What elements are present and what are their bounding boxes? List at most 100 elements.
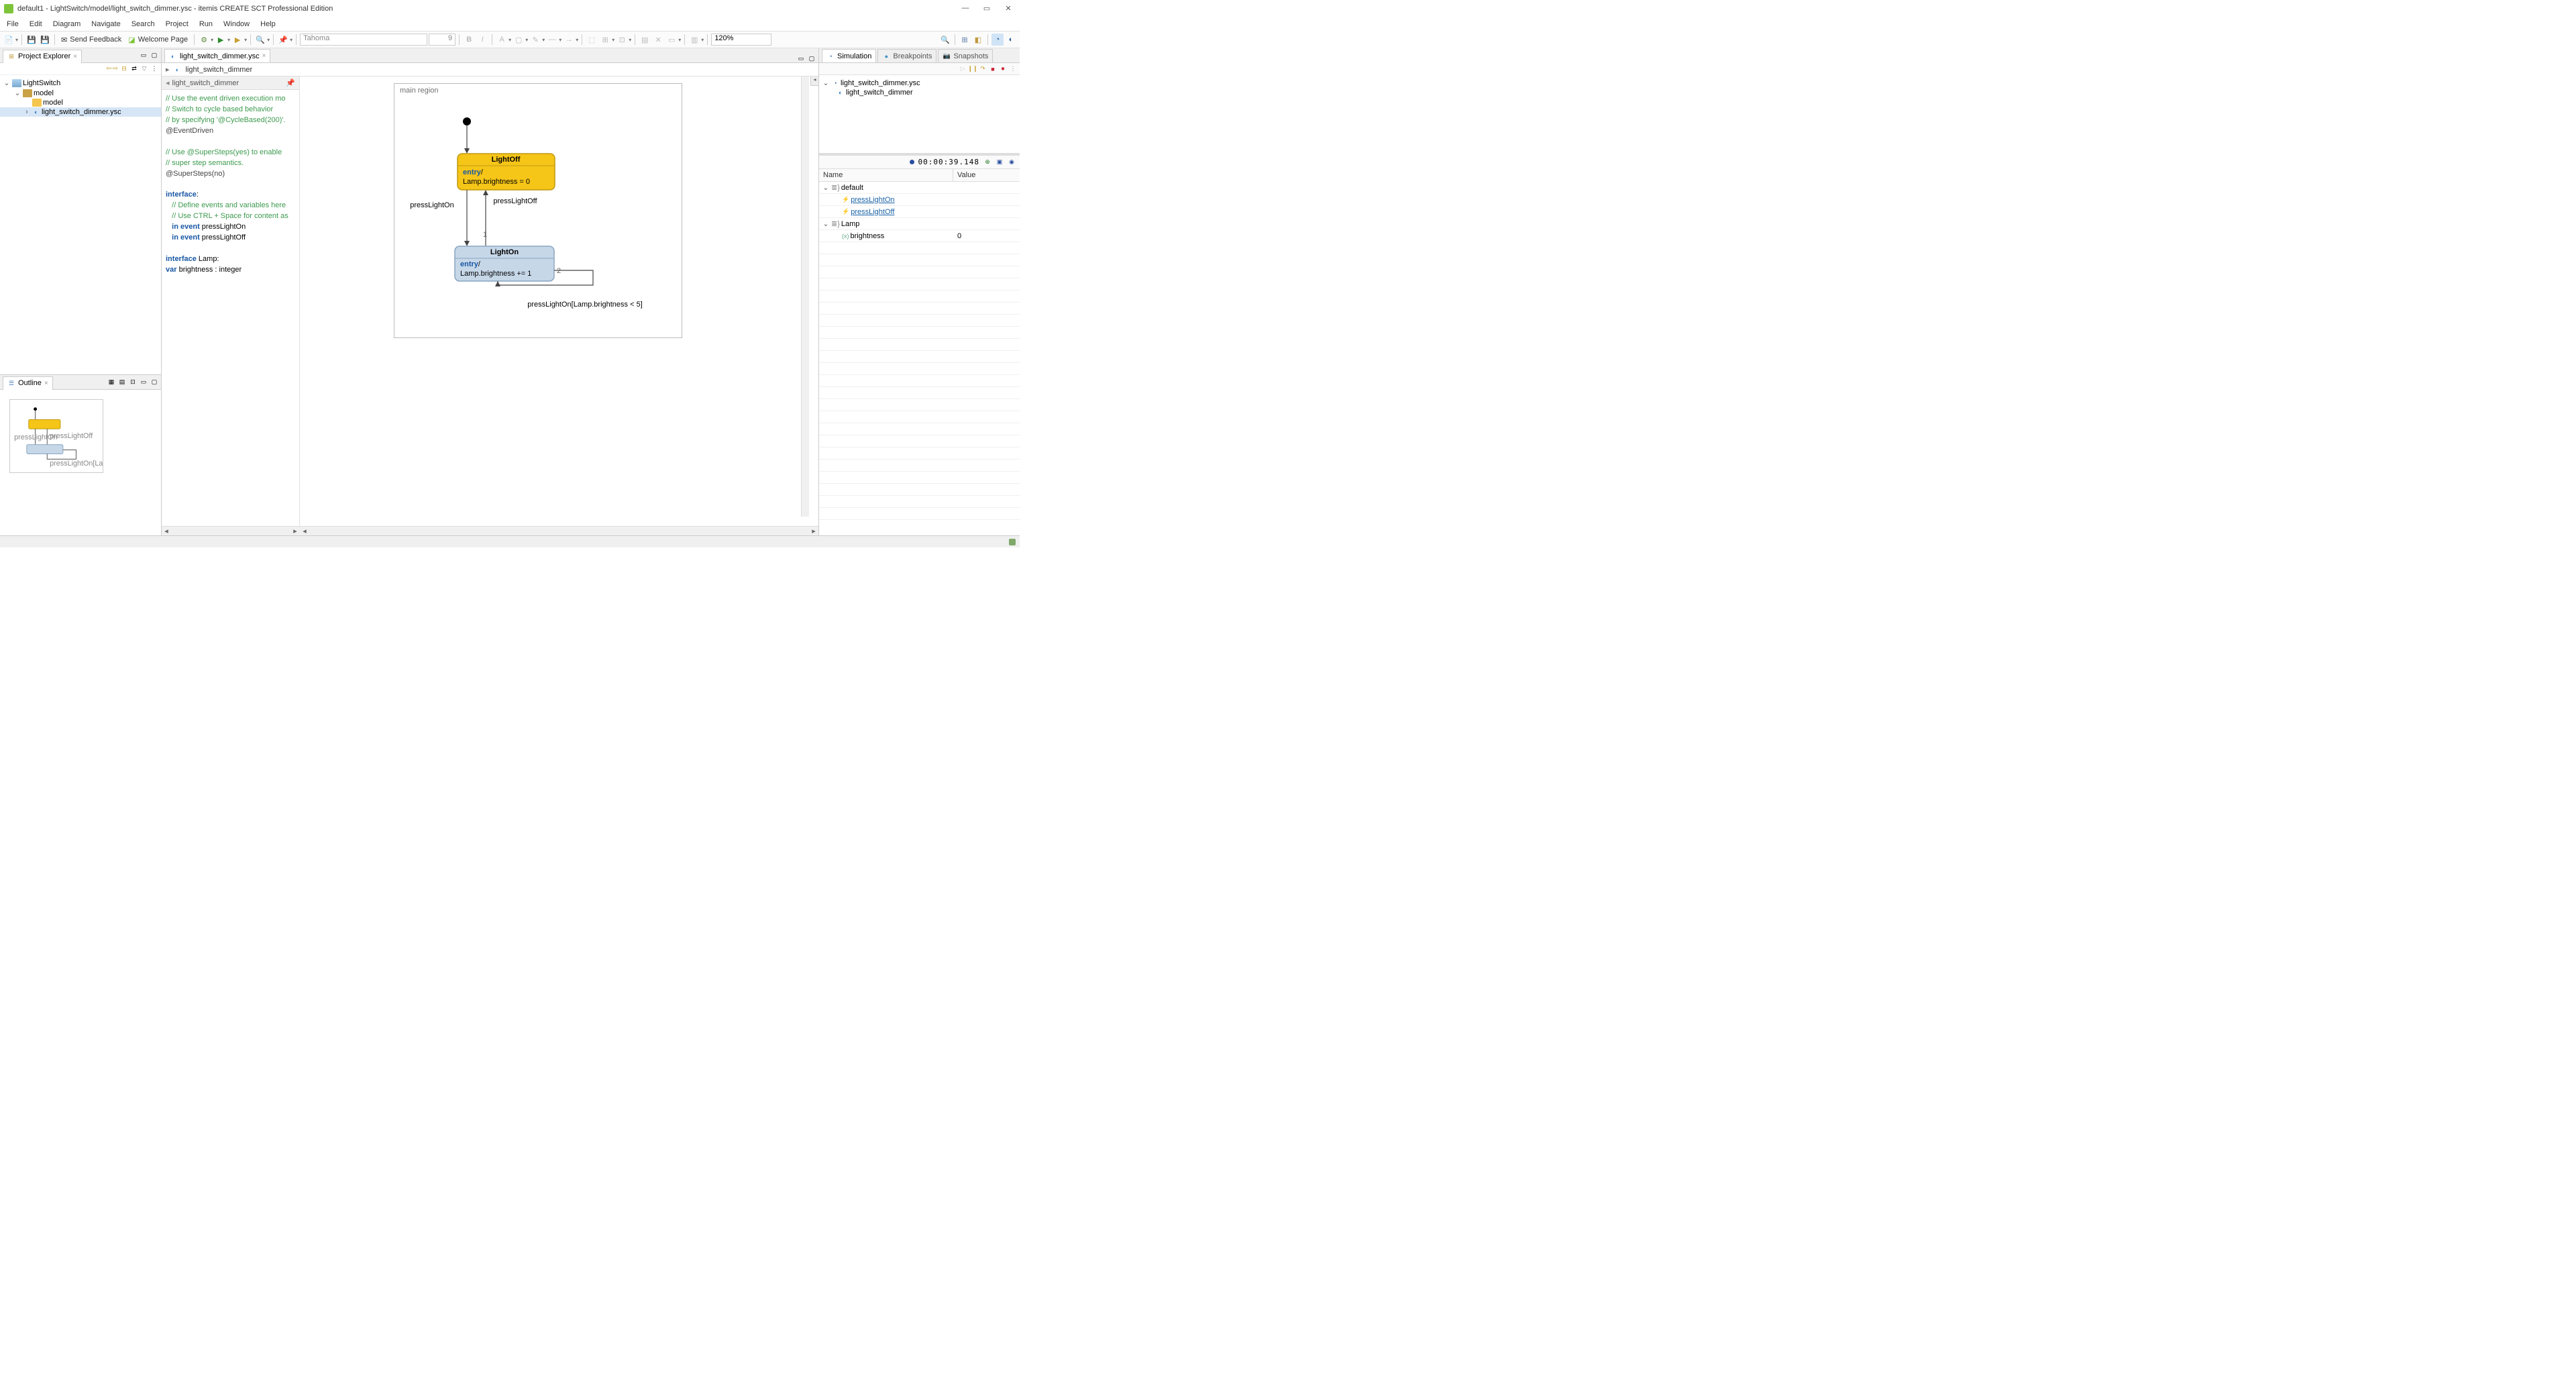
menu-search[interactable]: Search <box>127 19 159 30</box>
outline-mode1-icon[interactable]: ▦ <box>107 378 115 386</box>
maximize-view-icon[interactable]: ▢ <box>150 52 158 60</box>
font-color-icon[interactable]: A <box>496 34 508 46</box>
diagram-canvas[interactable]: main region LightOff entry/ Lamp.bright <box>300 76 818 526</box>
font-size-select[interactable]: 9 <box>429 34 455 46</box>
tree-model-pkg[interactable]: ⌄ model <box>0 88 161 98</box>
crumb-label[interactable]: light_switch_dimmer <box>186 66 253 74</box>
sim-menu-icon[interactable]: ⋮ <box>1009 65 1017 73</box>
outline-mode3-icon[interactable]: ⊡ <box>129 378 137 386</box>
welcome-page-button[interactable]: ◪ Welcome Page <box>125 36 191 44</box>
sim-perspective-icon[interactable]: ◔ <box>991 34 1004 46</box>
snapshots-tab[interactable]: 📷 Snapshots <box>938 49 993 62</box>
debug-icon[interactable]: ⚙ <box>198 34 210 46</box>
pin-icon[interactable]: 📌 <box>277 34 289 46</box>
zoom-select[interactable]: 120% <box>711 34 771 46</box>
send-feedback-button[interactable]: ✉ Send Feedback <box>58 36 124 44</box>
menu-window[interactable]: Window <box>219 19 254 30</box>
sim-stop-icon[interactable]: ■ <box>989 65 997 73</box>
scroll-right-icon[interactable]: ▸ <box>290 527 300 535</box>
var-label[interactable]: pressLightOn <box>851 196 894 204</box>
palette-toggle-icon[interactable]: ◂ <box>810 76 818 86</box>
group-icon[interactable]: ▭ <box>665 34 678 46</box>
sim-time-add-icon[interactable]: ⊕ <box>983 158 991 166</box>
outline-tab[interactable]: ☰ Outline × <box>3 376 53 390</box>
vscroll[interactable] <box>801 76 809 517</box>
minimize-view-icon[interactable]: ▭ <box>140 378 148 386</box>
run-icon[interactable]: ▶ <box>215 34 227 46</box>
minimize-view-icon[interactable]: ▭ <box>140 52 148 60</box>
nav-arrows[interactable]: ⇦⇨ <box>106 65 118 72</box>
close-icon[interactable]: × <box>262 52 266 60</box>
var-label[interactable]: pressLightOff <box>851 208 894 216</box>
run-last-icon[interactable]: ▶ <box>231 34 244 46</box>
layout-icon[interactable]: ▥ <box>688 34 700 46</box>
collapse-all-icon[interactable]: ⊟ <box>120 65 128 73</box>
sim-pause-icon[interactable]: ❙❙ <box>969 65 977 73</box>
sim-time-reset-icon[interactable]: ◉ <box>1008 158 1016 166</box>
menu-navigate[interactable]: Navigate <box>87 19 124 30</box>
filter-icon[interactable]: ▽ <box>140 65 148 73</box>
link-editor-icon[interactable]: ⇄ <box>130 65 138 73</box>
tree-model-folder[interactable]: model <box>0 98 161 107</box>
save-icon[interactable]: 💾 <box>25 34 38 46</box>
simulation-tab[interactable]: ◔ Simulation <box>822 49 876 62</box>
menu-project[interactable]: Project <box>162 19 193 30</box>
close-icon[interactable]: × <box>73 53 77 60</box>
sim-child[interactable]: ◐ light_switch_dimmer <box>819 88 1020 97</box>
order-icon[interactable]: ▤ <box>639 34 651 46</box>
outline-mode2-icon[interactable]: ▤ <box>118 378 126 386</box>
tree-project[interactable]: ⌄ LightSwitch <box>0 78 161 88</box>
tree-file-ysc[interactable]: › ◐ light_switch_dimmer.ysc <box>0 107 161 117</box>
var-event-press-off[interactable]: ⚡pressLightOff <box>819 206 1020 218</box>
outline-preview[interactable]: pressLightOn pressLightOff pressLightOn[… <box>0 390 161 535</box>
view-menu-icon[interactable]: ⋮ <box>150 65 158 73</box>
new-icon[interactable]: 📄 <box>3 34 15 46</box>
maximize-editor-icon[interactable]: ▢ <box>808 54 816 62</box>
breakpoints-tab[interactable]: ● Breakpoints <box>877 49 936 62</box>
menu-file[interactable]: File <box>3 19 23 30</box>
align-icon[interactable]: ⊞ <box>599 34 611 46</box>
sim-step-icon[interactable]: ↷ <box>979 65 987 73</box>
autosize-icon[interactable]: ✕ <box>652 34 664 46</box>
var-col-value[interactable]: Value <box>953 169 1020 181</box>
var-group-lamp[interactable]: ⌄≣}Lamp <box>819 218 1020 230</box>
maximize-view-icon[interactable]: ▢ <box>150 378 158 386</box>
var-group-default[interactable]: ⌄≣}default <box>819 182 1020 194</box>
status-icon[interactable] <box>1009 539 1016 545</box>
line-color-icon[interactable]: ✎ <box>529 34 541 46</box>
arrow-icon[interactable]: → <box>563 34 575 46</box>
distribute-icon[interactable]: ⊡ <box>616 34 628 46</box>
model-perspective-icon[interactable]: ◐ <box>1005 34 1017 46</box>
close-button[interactable]: ✕ <box>1004 4 1013 13</box>
main-region[interactable]: main region LightOff entry/ Lamp.bright <box>394 83 682 338</box>
minimize-editor-icon[interactable]: ▭ <box>797 54 805 62</box>
sim-root[interactable]: ⌄ ◔ light_switch_dimmer.ysc <box>819 78 1020 88</box>
sim-resume-icon[interactable]: ▷ <box>959 65 967 73</box>
scroll-left-icon[interactable]: ◂ <box>300 527 309 535</box>
var-col-name[interactable]: Name <box>819 169 953 181</box>
bold-icon[interactable]: B <box>463 34 475 46</box>
pin-icon[interactable]: 📌 <box>286 78 295 87</box>
search-icon[interactable]: 🔍 <box>254 34 266 46</box>
maximize-button[interactable]: ▭ <box>982 4 991 13</box>
var-brightness[interactable]: (x)brightness 0 <box>819 230 1020 242</box>
menu-diagram[interactable]: Diagram <box>49 19 85 30</box>
save-all-icon[interactable]: 💾 <box>39 34 51 46</box>
perspective-sct-icon[interactable]: ◧ <box>972 34 984 46</box>
sim-terminate-icon[interactable]: ⏹ <box>999 65 1007 73</box>
project-explorer-tab[interactable]: ⊞ Project Explorer × <box>3 50 82 63</box>
menu-help[interactable]: Help <box>256 19 280 30</box>
select-icon[interactable]: ⬚ <box>586 34 598 46</box>
perspective-button[interactable]: ⊞ <box>959 34 971 46</box>
var-value[interactable]: 0 <box>953 232 1020 240</box>
line-style-icon[interactable]: — <box>546 34 558 46</box>
fill-color-icon[interactable]: ▢ <box>513 34 525 46</box>
search-global-icon[interactable]: 🔍 <box>939 34 951 46</box>
menu-run[interactable]: Run <box>195 19 217 30</box>
var-event-press-on[interactable]: ⚡pressLightOn <box>819 194 1020 206</box>
italic-icon[interactable]: I <box>476 34 488 46</box>
sim-time-remove-icon[interactable]: ▣ <box>996 158 1004 166</box>
font-select[interactable]: Tahoma <box>300 34 427 46</box>
close-icon[interactable]: × <box>44 380 48 387</box>
definition-editor[interactable]: // Use the event driven execution mo // … <box>162 90 299 280</box>
